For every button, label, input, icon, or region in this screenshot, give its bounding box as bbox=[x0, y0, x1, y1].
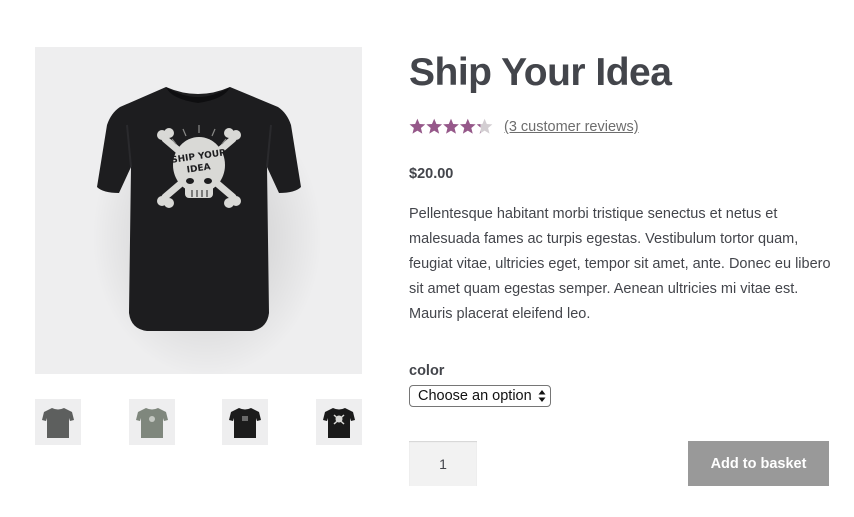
product-price: $20.00 bbox=[409, 166, 454, 182]
black-tshirt-icon bbox=[229, 408, 261, 438]
star-rating bbox=[409, 118, 493, 136]
thumbnail-1[interactable] bbox=[35, 399, 81, 445]
select-arrows-icon bbox=[538, 390, 546, 402]
star-rating-icon bbox=[409, 118, 493, 134]
color-select[interactable]: Choose an option bbox=[409, 385, 551, 407]
star-filled bbox=[443, 118, 459, 134]
star-filled bbox=[409, 118, 426, 134]
customer-reviews-link[interactable]: (3 customer reviews) bbox=[504, 119, 639, 135]
product-page: SHIP YOUR IDEA Ship Your Idea (3 custome… bbox=[0, 0, 854, 517]
black-tshirt-skull-icon bbox=[323, 408, 355, 438]
thumbnail-4[interactable] bbox=[316, 399, 362, 445]
tshirt-image: SHIP YOUR IDEA bbox=[92, 87, 322, 374]
star-filled bbox=[460, 118, 476, 134]
thumbnail-2[interactable] bbox=[129, 399, 175, 445]
gallery-thumbnails bbox=[35, 399, 362, 445]
product-title: Ship Your Idea bbox=[409, 51, 672, 94]
product-description: Pellentesque habitant morbi tristique se… bbox=[409, 206, 831, 322]
grey-tshirt-icon bbox=[42, 408, 74, 438]
add-to-basket-button[interactable]: Add to basket bbox=[688, 441, 829, 486]
thumbnail-3[interactable] bbox=[222, 399, 268, 445]
product-rating: (3 customer reviews) bbox=[409, 117, 639, 137]
quantity-input[interactable]: 1 bbox=[409, 441, 477, 486]
star-filled bbox=[426, 118, 442, 134]
main-product-image[interactable]: SHIP YOUR IDEA bbox=[35, 47, 362, 374]
color-label: color bbox=[409, 363, 445, 379]
green-grey-tshirt-icon bbox=[136, 408, 168, 438]
color-select-value: Choose an option bbox=[418, 388, 532, 404]
